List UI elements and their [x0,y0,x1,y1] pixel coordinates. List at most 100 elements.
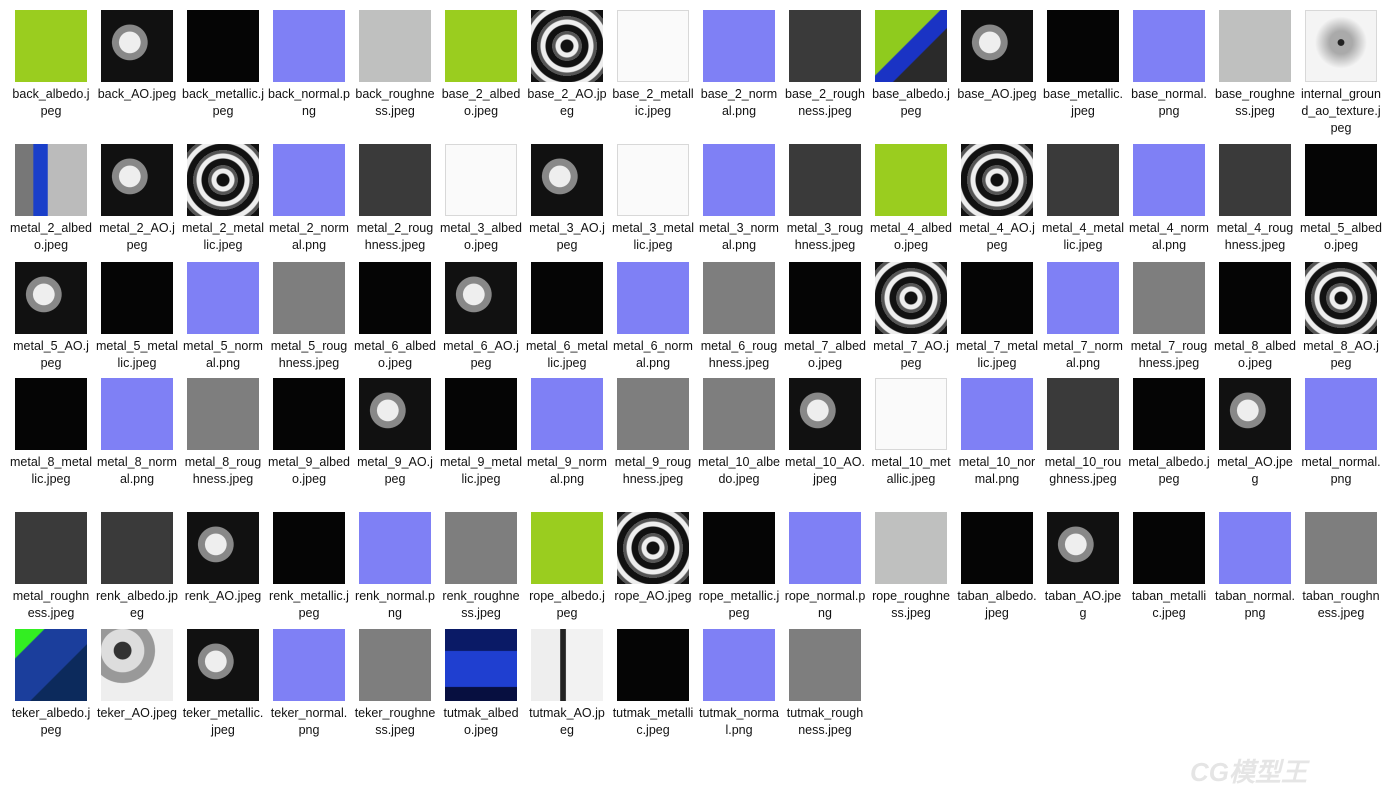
file-item[interactable]: metal_7_roughness.jpeg [1126,262,1212,372]
file-item[interactable]: taban_albedo.jpeg [954,512,1040,622]
file-item[interactable]: metal_8_metallic.jpeg [8,378,94,488]
file-item[interactable]: metal_3_normal.png [696,144,782,254]
file-item[interactable]: metal_6_metallic.jpeg [524,262,610,372]
file-item[interactable]: metal_6_AO.jpeg [438,262,524,372]
file-item[interactable]: base_2_normal.png [696,10,782,120]
file-name: back_roughness.jpeg [355,87,435,118]
file-item[interactable]: base_metallic.jpeg [1040,10,1126,120]
file-item[interactable]: metal_7_metallic.jpeg [954,262,1040,372]
file-item[interactable]: metal_7_normal.png [1040,262,1126,372]
file-item[interactable]: metal_2_metallic.jpeg [180,144,266,254]
file-item[interactable]: renk_albedo.jpeg [94,512,180,622]
file-item[interactable]: metal_9_albedo.jpeg [266,378,352,488]
file-item[interactable]: metal_7_AO.jpeg [868,262,954,372]
file-item[interactable]: renk_AO.jpeg [180,512,266,605]
file-item[interactable]: metal_4_metallic.jpeg [1040,144,1126,254]
file-item[interactable]: metal_10_AO.jpeg [782,378,868,488]
file-thumbnail [1047,378,1119,450]
file-item[interactable]: tutmak_metallic.jpeg [610,629,696,739]
file-name: teker_albedo.jpeg [11,706,91,737]
file-item[interactable]: taban_metallic.jpeg [1126,512,1212,622]
file-item[interactable]: metal_5_roughness.jpeg [266,262,352,372]
file-item[interactable]: base_AO.jpeg [954,10,1040,103]
file-item[interactable]: metal_3_roughness.jpeg [782,144,868,254]
file-item[interactable]: metal_9_roughness.jpeg [610,378,696,488]
file-item[interactable]: base_2_roughness.jpeg [782,10,868,120]
file-item[interactable]: metal_6_roughness.jpeg [696,262,782,372]
file-item[interactable]: base_2_metallic.jpeg [610,10,696,120]
file-item[interactable]: teker_albedo.jpeg [8,629,94,739]
file-item[interactable]: metal_7_albedo.jpeg [782,262,868,372]
file-item[interactable]: base_2_AO.jpeg [524,10,610,120]
file-item[interactable]: metal_4_roughness.jpeg [1212,144,1298,254]
file-item[interactable]: renk_normal.png [352,512,438,622]
file-item[interactable]: rope_albedo.jpeg [524,512,610,622]
file-item[interactable]: metal_albedo.jpeg [1126,378,1212,488]
file-item[interactable]: back_metallic.jpeg [180,10,266,120]
file-item[interactable]: metal_9_AO.jpeg [352,378,438,488]
file-item[interactable]: metal_2_albedo.jpeg [8,144,94,254]
file-item[interactable]: metal_AO.jpeg [1212,378,1298,488]
file-item[interactable]: base_normal.png [1126,10,1212,120]
file-item[interactable]: metal_4_AO.jpeg [954,144,1040,254]
file-item[interactable]: base_2_albedo.jpeg [438,10,524,120]
file-item[interactable]: metal_4_normal.png [1126,144,1212,254]
file-item[interactable]: metal_8_AO.jpeg [1298,262,1384,372]
file-thumbnail [617,629,689,701]
file-item[interactable]: metal_8_roughness.jpeg [180,378,266,488]
file-item[interactable]: back_roughness.jpeg [352,10,438,120]
file-thumbnail [961,262,1033,334]
file-item[interactable]: back_AO.jpeg [94,10,180,103]
file-name: metal_9_normal.png [527,455,607,486]
file-item[interactable]: metal_9_normal.png [524,378,610,488]
file-item[interactable]: tutmak_albedo.jpeg [438,629,524,739]
file-item[interactable]: back_albedo.jpeg [8,10,94,120]
file-item[interactable]: taban_AO.jpeg [1040,512,1126,622]
file-item[interactable]: metal_10_metallic.jpeg [868,378,954,488]
file-item[interactable]: rope_AO.jpeg [610,512,696,605]
file-item[interactable]: teker_AO.jpeg [94,629,180,722]
file-item[interactable]: rope_normal.png [782,512,868,622]
file-name: back_albedo.jpeg [12,87,90,118]
file-item[interactable]: metal_2_AO.jpeg [94,144,180,254]
file-item[interactable]: rope_roughness.jpeg [868,512,954,622]
file-item[interactable]: metal_2_roughness.jpeg [352,144,438,254]
file-item[interactable]: metal_10_roughness.jpeg [1040,378,1126,488]
file-item[interactable]: metal_10_albedo.jpeg [696,378,782,488]
file-item[interactable]: teker_normal.png [266,629,352,739]
file-item[interactable]: metal_3_AO.jpeg [524,144,610,254]
file-item[interactable]: teker_roughness.jpeg [352,629,438,739]
file-name: metal_5_AO.jpeg [13,339,89,370]
file-item[interactable]: back_normal.png [266,10,352,120]
file-item[interactable]: metal_10_normal.png [954,378,1040,488]
file-name: metal_roughness.jpeg [12,589,90,620]
file-item[interactable]: tutmak_roughness.jpeg [782,629,868,739]
file-item[interactable]: metal_8_albedo.jpeg [1212,262,1298,372]
file-item[interactable]: metal_normal.png [1298,378,1384,488]
file-item[interactable]: internal_ground_ao_texture.jpeg [1298,10,1384,137]
file-item[interactable]: metal_9_metallic.jpeg [438,378,524,488]
file-item[interactable]: metal_5_normal.png [180,262,266,372]
file-item[interactable]: teker_metallic.jpeg [180,629,266,739]
file-item[interactable]: metal_4_albedo.jpeg [868,144,954,254]
file-item[interactable]: tutmak_normal.png [696,629,782,739]
file-item[interactable]: metal_2_normal.png [266,144,352,254]
file-item[interactable]: metal_5_AO.jpeg [8,262,94,372]
file-item[interactable]: renk_roughness.jpeg [438,512,524,622]
file-item[interactable]: rope_metallic.jpeg [696,512,782,622]
file-item[interactable]: metal_3_albedo.jpeg [438,144,524,254]
file-item[interactable]: metal_5_albedo.jpeg [1298,144,1384,254]
file-item[interactable]: metal_roughness.jpeg [8,512,94,622]
file-item[interactable]: base_albedo.jpeg [868,10,954,120]
file-item[interactable]: base_roughness.jpeg [1212,10,1298,120]
file-name: metal_4_metallic.jpeg [1042,221,1124,252]
file-item[interactable]: metal_3_metallic.jpeg [610,144,696,254]
file-item[interactable]: metal_6_albedo.jpeg [352,262,438,372]
file-item[interactable]: taban_roughness.jpeg [1298,512,1384,622]
file-item[interactable]: metal_8_normal.png [94,378,180,488]
file-item[interactable]: taban_normal.png [1212,512,1298,622]
file-item[interactable]: metal_6_normal.png [610,262,696,372]
file-item[interactable]: metal_5_metallic.jpeg [94,262,180,372]
file-item[interactable]: tutmak_AO.jpeg [524,629,610,739]
file-item[interactable]: renk_metallic.jpeg [266,512,352,622]
